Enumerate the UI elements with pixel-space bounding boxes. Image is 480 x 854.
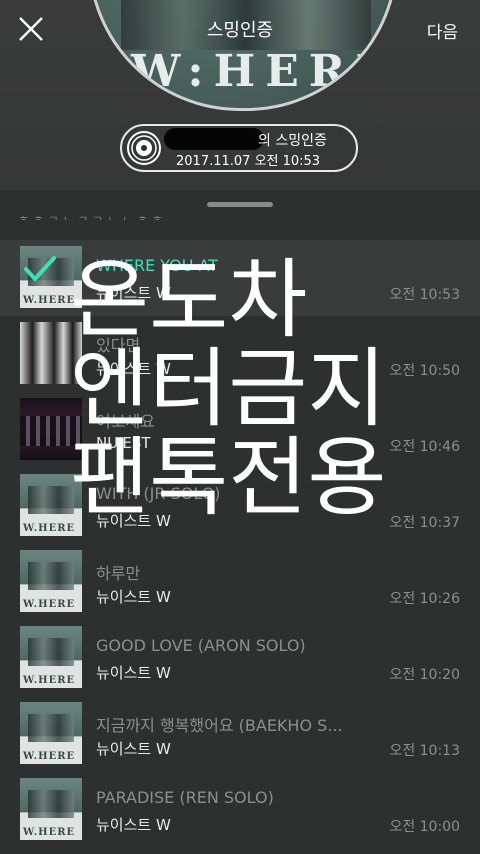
song-row[interactable]: 여보세요 NU'EST 오전 10:46 (0, 392, 480, 468)
album-thumbnail (20, 778, 82, 840)
song-time: 오전 10:53 (389, 287, 460, 303)
song-time: 오전 10:26 (389, 591, 460, 607)
album-thumbnail (20, 550, 82, 612)
song-row[interactable]: PARADISE (REN SOLO) 뉴이스트 W 오전 10:00 (0, 772, 480, 848)
album-thumbnail (20, 626, 82, 688)
song-title: 지금까지 행복했어요 (BAEKHO S... (96, 716, 343, 735)
song-title: WITH (JR SOLO) (96, 484, 221, 503)
song-artist: 뉴이스트 W (96, 664, 171, 682)
song-title: 하루만 (96, 564, 141, 583)
song-artist: 뉴이스트 W (96, 588, 171, 606)
badge-timestamp: 2017.11.07 오전 10:53 (176, 154, 321, 169)
header-area: W:HERE 스밍인증 다음 의 스밍인증 2017.11.07 오전 10:5… (0, 0, 480, 190)
song-title: WHERE YOU AT (96, 256, 219, 275)
song-list-sheet: ㅎ ㅎ ㄱ ㄴ ㄱ ㄱ ㄴ ㄴ ㅎ ㅎ WHERE YOU AT 뉴이스트 W … (0, 190, 480, 854)
song-title: GOOD LOVE (ARON SOLO) (96, 636, 306, 655)
close-icon (19, 17, 43, 41)
song-row[interactable]: WHERE YOU AT 뉴이스트 W 오전 10:53 (0, 240, 480, 316)
song-time: 오전 10:00 (389, 819, 460, 835)
song-artist: NU'EST (96, 434, 151, 452)
album-thumbnail (20, 322, 82, 384)
song-artist: 뉴이스트 W (96, 284, 171, 302)
album-thumbnail (20, 474, 82, 536)
song-row[interactable]: 지금까지 행복했어요 (BAEKHO S... 뉴이스트 W 오전 10:13 (0, 696, 480, 772)
song-artist: 뉴이스트 W (96, 816, 171, 834)
sheet-drag-handle[interactable] (207, 202, 273, 207)
song-title: 여보세요 (96, 412, 155, 431)
album-art-text: W:HERE (131, 46, 398, 97)
album-thumbnail (20, 702, 82, 764)
song-row[interactable]: WITH (JR SOLO) 뉴이스트 W 오전 10:37 (0, 468, 480, 544)
song-row[interactable]: GOOD LOVE (ARON SOLO) 뉴이스트 W 오전 10:20 (0, 620, 480, 696)
song-artist: 뉴이스트 W (96, 360, 171, 378)
song-title: PARADISE (REN SOLO) (96, 788, 274, 807)
song-artist: 뉴이스트 W (96, 740, 171, 758)
disc-icon (127, 131, 161, 165)
song-row[interactable]: 하루만 뉴이스트 W 오전 10:26 (0, 544, 480, 620)
song-row[interactable]: 있다면 뉴이스트 W 오전 10:50 (0, 316, 480, 392)
song-time: 오전 10:37 (389, 515, 460, 531)
badge-label: 의 스밍인증 (258, 133, 327, 149)
song-time: 오전 10:13 (389, 743, 460, 759)
streaming-badge: 의 스밍인증 2017.11.07 오전 10:53 (120, 124, 358, 172)
song-artist: 뉴이스트 W (96, 512, 171, 530)
check-icon (24, 256, 56, 281)
album-thumbnail (20, 398, 82, 460)
page-title: 스밍인증 (206, 20, 274, 41)
song-time: 오전 10:50 (389, 363, 460, 379)
next-button[interactable]: 다음 (427, 18, 458, 43)
redacted-username (164, 128, 264, 150)
song-time: 오전 10:46 (389, 439, 460, 455)
song-time: 오전 10:20 (389, 667, 460, 683)
close-button[interactable] (18, 16, 44, 42)
sheet-hint: ㅎ ㅎ ㄱ ㄴ ㄱ ㄱ ㄴ ㄴ ㅎ ㅎ (18, 213, 163, 220)
song-title: 있다면 (96, 336, 141, 355)
